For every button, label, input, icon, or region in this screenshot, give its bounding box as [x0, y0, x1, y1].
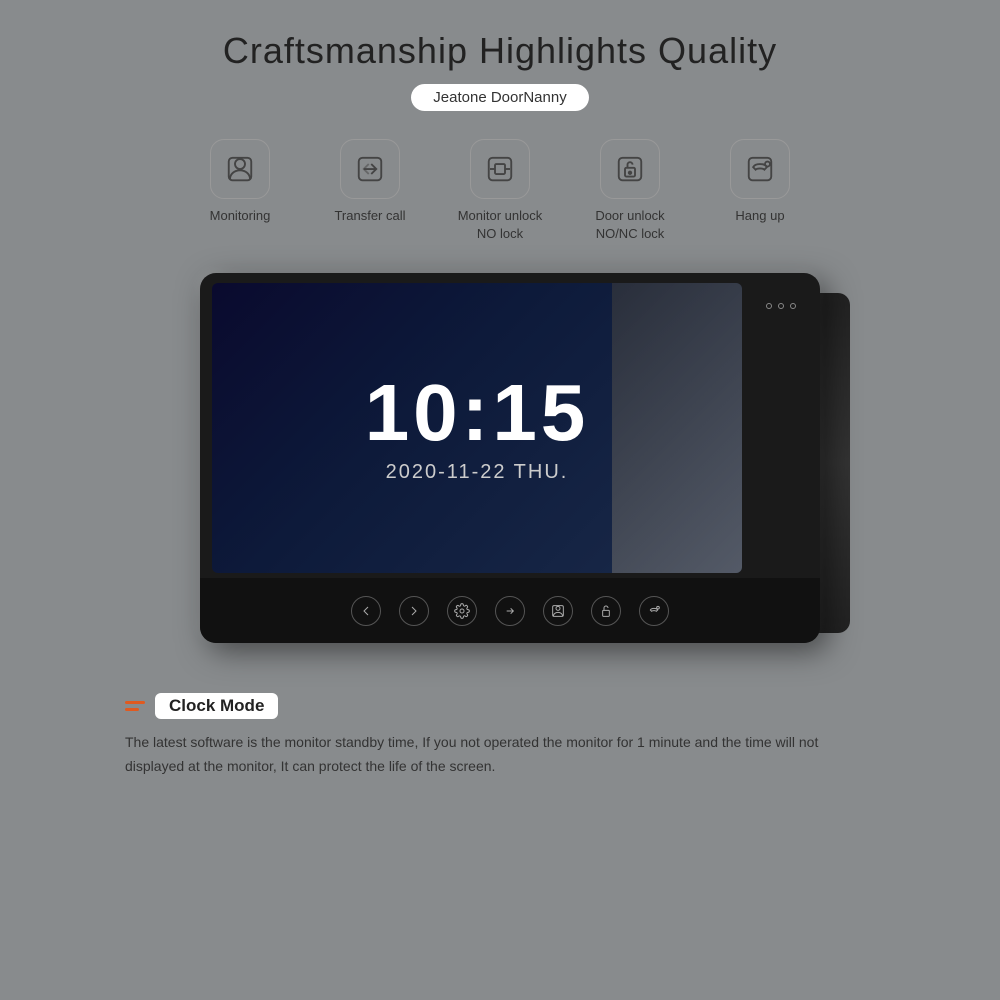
- ctrl-monitor-icon: [550, 603, 566, 619]
- feature-transfer-call: Transfer call: [325, 139, 415, 243]
- feature-door-unlock: Door unlockNO/NC lock: [585, 139, 675, 243]
- ctrl-unlock-icon: [598, 603, 614, 619]
- monitor-unlock-icon-box: [470, 139, 530, 199]
- ctrl-forward-btn[interactable]: [399, 596, 429, 626]
- back-icon: [358, 603, 374, 619]
- device-body: 10:15 2020-11-22 THU.: [200, 273, 820, 643]
- device-screen: 10:15 2020-11-22 THU.: [212, 283, 742, 573]
- transfer-call-label: Transfer call: [334, 207, 405, 225]
- control-bar: [200, 578, 820, 643]
- page-title: Craftsmanship Highlights Quality: [223, 30, 777, 72]
- camera-overlay: [612, 283, 742, 573]
- clock-time: 10:15: [365, 373, 590, 453]
- clock-mode-header: Clock Mode: [125, 693, 875, 719]
- ctrl-unlock-btn[interactable]: [591, 596, 621, 626]
- hang-up-label: Hang up: [735, 207, 784, 225]
- forward-icon: [406, 603, 422, 619]
- ctrl-monitor-btn[interactable]: [543, 596, 573, 626]
- clock-date: 2020-11-22 THU.: [386, 461, 569, 484]
- settings-icon: [454, 603, 470, 619]
- bottom-section: Clock Mode The latest software is the mo…: [125, 693, 875, 779]
- side-dots: [766, 303, 796, 309]
- side-panel: [753, 283, 808, 573]
- brand-badge: Jeatone DoorNanny: [411, 84, 588, 111]
- ctrl-transfer-btn[interactable]: [495, 596, 525, 626]
- icon-line-top: [125, 701, 145, 704]
- transfer-icon: [355, 154, 385, 184]
- ctrl-settings-btn[interactable]: [447, 596, 477, 626]
- page-wrapper: Craftsmanship Highlights Quality Jeatone…: [0, 0, 1000, 1000]
- hang-up-icon-box: [730, 139, 790, 199]
- icon-line-bottom: [125, 708, 139, 711]
- feature-monitoring: Monitoring: [195, 139, 285, 243]
- dot-1: [778, 303, 784, 309]
- monitoring-icon-box: [210, 139, 270, 199]
- hang-up-icon: [745, 154, 775, 184]
- features-row: Monitoring Transfer call: [40, 139, 960, 243]
- feature-monitor-unlock: Monitor unlockNO lock: [455, 139, 545, 243]
- clock-mode-description: The latest software is the monitor stand…: [125, 731, 875, 779]
- person-icon: [225, 154, 255, 184]
- door-unlock-label: Door unlockNO/NC lock: [595, 207, 664, 243]
- ctrl-transfer-icon: [502, 603, 518, 619]
- monitor-unlock-label: Monitor unlockNO lock: [458, 207, 543, 243]
- feature-hang-up: Hang up: [715, 139, 805, 243]
- ctrl-hangup-btn[interactable]: [639, 596, 669, 626]
- transfer-call-icon-box: [340, 139, 400, 199]
- monitor-unlock-icon: [485, 154, 515, 184]
- clock-mode-icon: [125, 701, 145, 711]
- clock-mode-label: Clock Mode: [155, 693, 278, 719]
- ctrl-hangup-icon: [646, 603, 662, 619]
- dot-0: [766, 303, 772, 309]
- door-unlock-icon: [615, 154, 645, 184]
- device-container: 10:15 2020-11-22 THU.: [150, 273, 850, 663]
- door-unlock-icon-box: [600, 139, 660, 199]
- dot-2: [790, 303, 796, 309]
- monitoring-label: Monitoring: [210, 207, 271, 225]
- ctrl-back-btn[interactable]: [351, 596, 381, 626]
